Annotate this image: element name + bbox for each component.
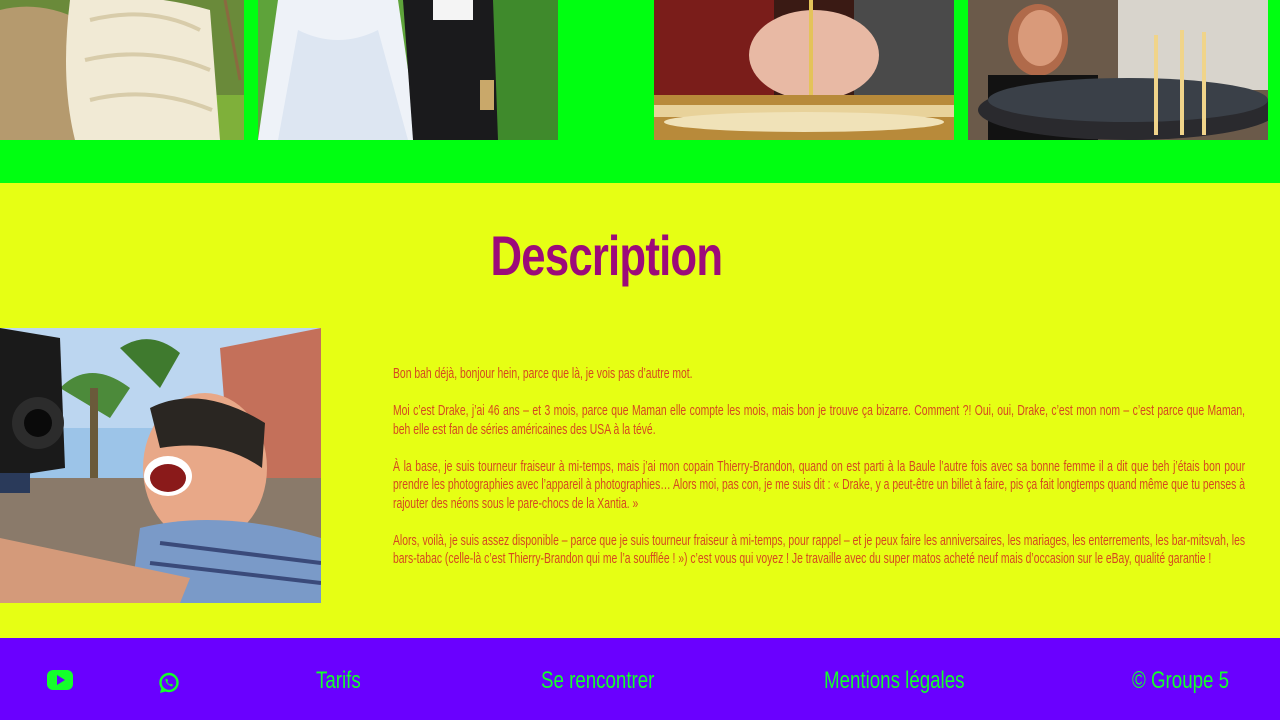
footer-copyright: © Groupe 5 bbox=[1132, 667, 1230, 694]
footer-link-tarifs[interactable]: Tarifs bbox=[316, 666, 373, 696]
footer-link-mentions-legales[interactable]: Mentions légales bbox=[824, 666, 1004, 696]
description-text: Bon bah déjà, bonjour hein, parce que là… bbox=[393, 365, 1245, 587]
photo-gallery bbox=[0, 0, 1280, 183]
gallery-photo-baptism-baby[interactable] bbox=[654, 0, 954, 140]
whatsapp-icon[interactable] bbox=[158, 672, 180, 699]
description-section: Description Bon bah déjà, bonjour hein, … bbox=[0, 183, 1280, 638]
description-title: Description bbox=[490, 224, 723, 287]
gallery-photo-baptism-woman[interactable] bbox=[968, 0, 1268, 140]
description-paragraph: Bon bah déjà, bonjour hein, parce que là… bbox=[393, 366, 693, 382]
footer-link-se-rencontrer[interactable]: Se rencontrer bbox=[541, 666, 686, 696]
gallery-photo-sheep[interactable] bbox=[0, 0, 244, 140]
photographer-portrait bbox=[0, 328, 321, 603]
youtube-icon[interactable] bbox=[47, 670, 73, 695]
gallery-photo-wedding[interactable] bbox=[258, 0, 558, 140]
description-paragraph: Alors, voilà, je suis assez disponible –… bbox=[393, 532, 1246, 568]
description-paragraph: À la base, je suis tourneur fraiseur à m… bbox=[393, 458, 1246, 512]
description-paragraph: Moi c’est Drake, j’ai 46 ans – et 3 mois… bbox=[393, 403, 1246, 438]
site-footer: Tarifs Se rencontrer Mentions légales © … bbox=[0, 638, 1280, 720]
